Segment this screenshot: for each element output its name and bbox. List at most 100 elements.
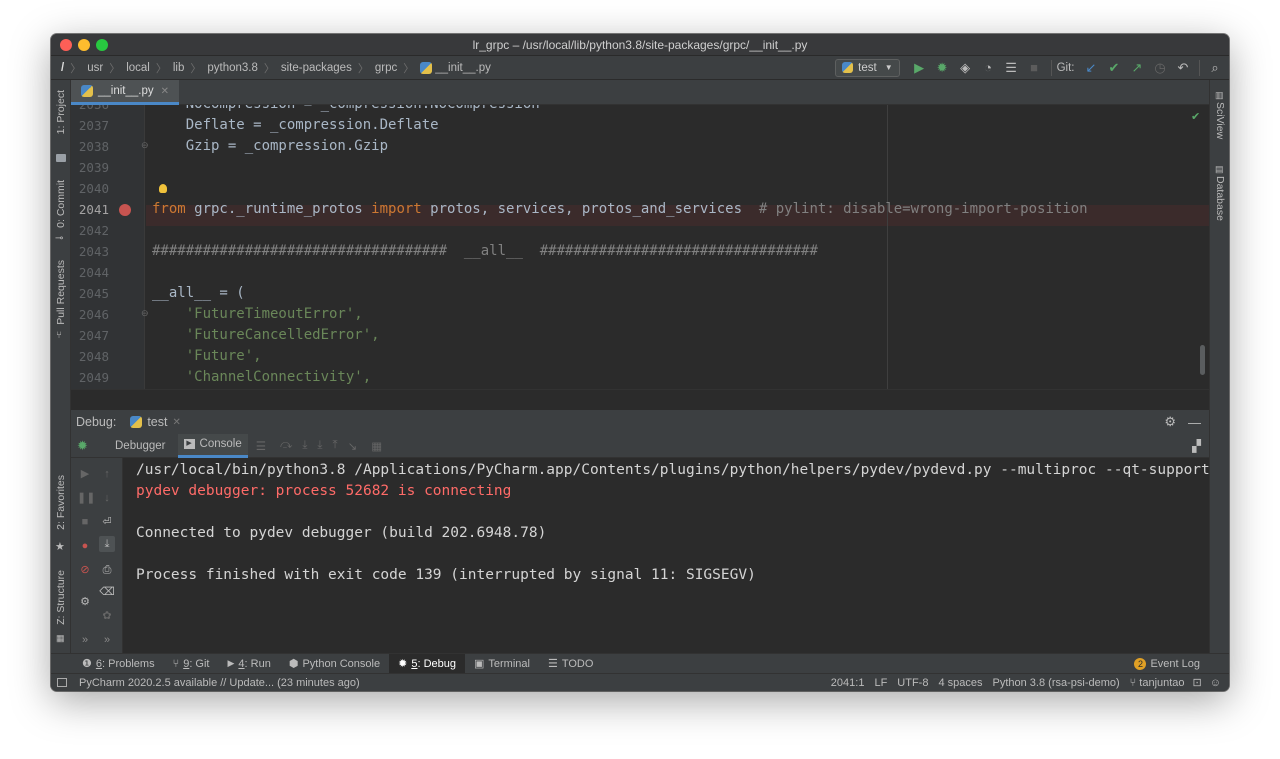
minimize-window-button[interactable] <box>78 39 90 51</box>
debug-session-tab[interactable]: test ✕ <box>130 415 181 429</box>
panel-splitter[interactable] <box>71 389 1209 410</box>
scroll-to-end-icon[interactable]: ⤓ <box>99 536 115 552</box>
tool-tab-todo[interactable]: ☰ TODO <box>539 654 602 674</box>
git-branch-icon: ⑂ <box>172 657 180 670</box>
breadcrumb-local[interactable]: local <box>126 62 150 74</box>
soft-wrap-icon[interactable]: ⏎ <box>99 514 115 530</box>
restore-layout-icon[interactable]: ▞ <box>1192 439 1201 453</box>
git-history-icon[interactable]: ◷ <box>1150 59 1170 77</box>
problems-icon: ❶ <box>82 658 92 670</box>
close-tab-icon[interactable]: ✕ <box>161 86 169 97</box>
breakpoint-icon[interactable] <box>119 204 131 216</box>
zoom-window-button[interactable] <box>96 39 108 51</box>
editor-tab-label: __init__.py <box>98 85 154 97</box>
gear-icon[interactable]: ⚙ <box>1164 414 1176 430</box>
print-icon[interactable]: ⎙ <box>99 562 115 578</box>
more-icon[interactable]: » <box>77 632 93 648</box>
event-log-button[interactable]: 2 Event Log <box>1125 654 1209 674</box>
lock-icon[interactable]: ⊡ <box>1193 676 1202 689</box>
status-bar: PyCharm 2020.2.5 available // Update... … <box>51 673 1229 691</box>
tool-tab-run[interactable]: ▶ 4: Run <box>218 654 279 674</box>
stop-icon[interactable]: ■ <box>77 514 93 530</box>
tool-window-sciview[interactable]: SciView <box>1214 102 1226 139</box>
tool-window-database[interactable]: Database <box>1214 176 1226 221</box>
breadcrumb-usr[interactable]: usr <box>87 62 103 74</box>
stop-button[interactable]: ■ <box>1024 59 1044 77</box>
step-into-my-code-icon[interactable]: ⤓ <box>317 439 322 452</box>
tool-tab-problems[interactable]: ❶ 6: Problems <box>73 654 164 674</box>
tool-window-commit[interactable]: 0: Commit <box>55 180 67 228</box>
layout-icon[interactable]: ☰ <box>256 439 266 453</box>
git-update-icon[interactable]: ↙ <box>1081 59 1101 77</box>
debug-button[interactable]: ✹ <box>932 59 952 77</box>
tool-window-project[interactable]: 1: Project <box>55 90 67 134</box>
fold-icon[interactable]: ⊖ <box>141 140 149 151</box>
search-icon[interactable]: ⌕ <box>1205 59 1225 77</box>
lightbulb-icon[interactable] <box>159 184 167 193</box>
breadcrumb-lib[interactable]: lib <box>173 62 185 74</box>
line-number: 2046 <box>78 307 109 322</box>
status-message[interactable]: PyCharm 2020.2.5 available // Update... … <box>79 677 360 689</box>
minimize-icon[interactable]: — <box>1188 415 1201 430</box>
toggle-tool-windows-icon[interactable] <box>57 678 67 687</box>
close-window-button[interactable] <box>60 39 72 51</box>
close-tab-icon[interactable]: ✕ <box>172 417 180 428</box>
tool-tab-python-console[interactable]: ⬢ Python Console <box>280 654 389 674</box>
git-branch[interactable]: tanjuntao <box>1139 677 1184 689</box>
build-button[interactable]: ☰ <box>1001 59 1021 77</box>
trash-icon[interactable]: ⌫ <box>99 584 115 600</box>
tool-tab-terminal[interactable]: ▣ Terminal <box>465 654 539 674</box>
breadcrumb-grpc[interactable]: grpc <box>375 62 397 74</box>
tab-debugger[interactable]: Debugger <box>109 440 172 452</box>
caret-position[interactable]: 2041:1 <box>831 677 865 689</box>
indent-setting[interactable]: 4 spaces <box>938 677 982 689</box>
tab-console[interactable]: ▶ Console <box>177 433 248 458</box>
tool-window-favorites[interactable]: 2: Favorites <box>55 475 67 530</box>
profile-button[interactable]: ◔ <box>978 59 998 77</box>
console-output[interactable]: /usr/local/bin/python3.8 /Applications/P… <box>123 458 1209 653</box>
line-separator[interactable]: LF <box>874 677 887 689</box>
run-button[interactable]: ▶ <box>909 59 929 77</box>
fold-icon[interactable]: ⊖ <box>141 308 149 319</box>
step-over-icon[interactable]: ⤼ <box>280 439 292 452</box>
commit-icon: ⊸ <box>55 233 64 244</box>
settings-icon[interactable]: ✿ <box>99 608 115 624</box>
python-console-icon: ⬢ <box>288 658 299 670</box>
tool-window-pull-requests[interactable]: Pull Requests <box>55 260 67 325</box>
editor-scrollbar[interactable] <box>1200 345 1205 375</box>
breadcrumb-python[interactable]: python3.8 <box>207 62 258 74</box>
pause-icon[interactable]: ❚❚ <box>77 490 95 506</box>
run-coverage-button[interactable]: ◈ <box>955 59 975 77</box>
inspector-icon[interactable]: ☺ <box>1210 677 1221 689</box>
python-icon <box>842 62 854 73</box>
scroll-down-icon[interactable]: ↓ <box>99 490 115 506</box>
git-rollback-icon[interactable]: ↶ <box>1173 59 1193 77</box>
tool-tab-label: Terminal <box>488 657 530 670</box>
resume-icon[interactable]: ▶ <box>77 466 93 482</box>
inspection-ok-icon[interactable]: ✔ <box>1191 110 1200 123</box>
editor-tab-init-py[interactable]: __init__.py ✕ <box>71 80 180 105</box>
tool-tab-debug[interactable]: ✹ 5: Debug <box>389 653 465 674</box>
run-config-select[interactable]: test ▼ <box>835 58 900 77</box>
run-to-cursor-icon[interactable]: ↘ <box>348 439 358 453</box>
file-encoding[interactable]: UTF-8 <box>897 677 928 689</box>
breadcrumb-file[interactable]: __init__.py <box>435 62 491 74</box>
git-commit-icon[interactable]: ✔ <box>1104 59 1124 77</box>
evaluate-icon[interactable]: ▦ <box>371 439 382 453</box>
interpreter-selector[interactable]: Python 3.8 (rsa-psi-demo) <box>993 677 1120 689</box>
gear-icon[interactable]: ⚙ <box>77 594 93 610</box>
step-out-icon[interactable]: ⤒ <box>333 439 338 452</box>
view-breakpoints-icon[interactable]: ● <box>77 538 93 554</box>
git-push-icon[interactable]: ↗ <box>1127 59 1147 77</box>
mute-breakpoints-icon[interactable]: ⊘ <box>77 562 93 578</box>
code-editor[interactable]: 2036 2037 2038 2039 2040 2041 2042 2043 … <box>71 105 1209 389</box>
tool-window-structure[interactable]: Z: Structure <box>55 570 67 625</box>
line-number: 2043 <box>78 244 109 259</box>
debug-icon: ✹ <box>398 658 408 670</box>
line-number: 2039 <box>78 160 109 175</box>
more-icon[interactable]: » <box>99 632 115 648</box>
step-into-icon[interactable]: ⤓ <box>302 439 307 452</box>
breadcrumb-site-packages[interactable]: site-packages <box>281 62 352 74</box>
scroll-up-icon[interactable]: ↑ <box>99 466 115 482</box>
tool-tab-git[interactable]: ⑂ 9: Git <box>164 654 219 674</box>
